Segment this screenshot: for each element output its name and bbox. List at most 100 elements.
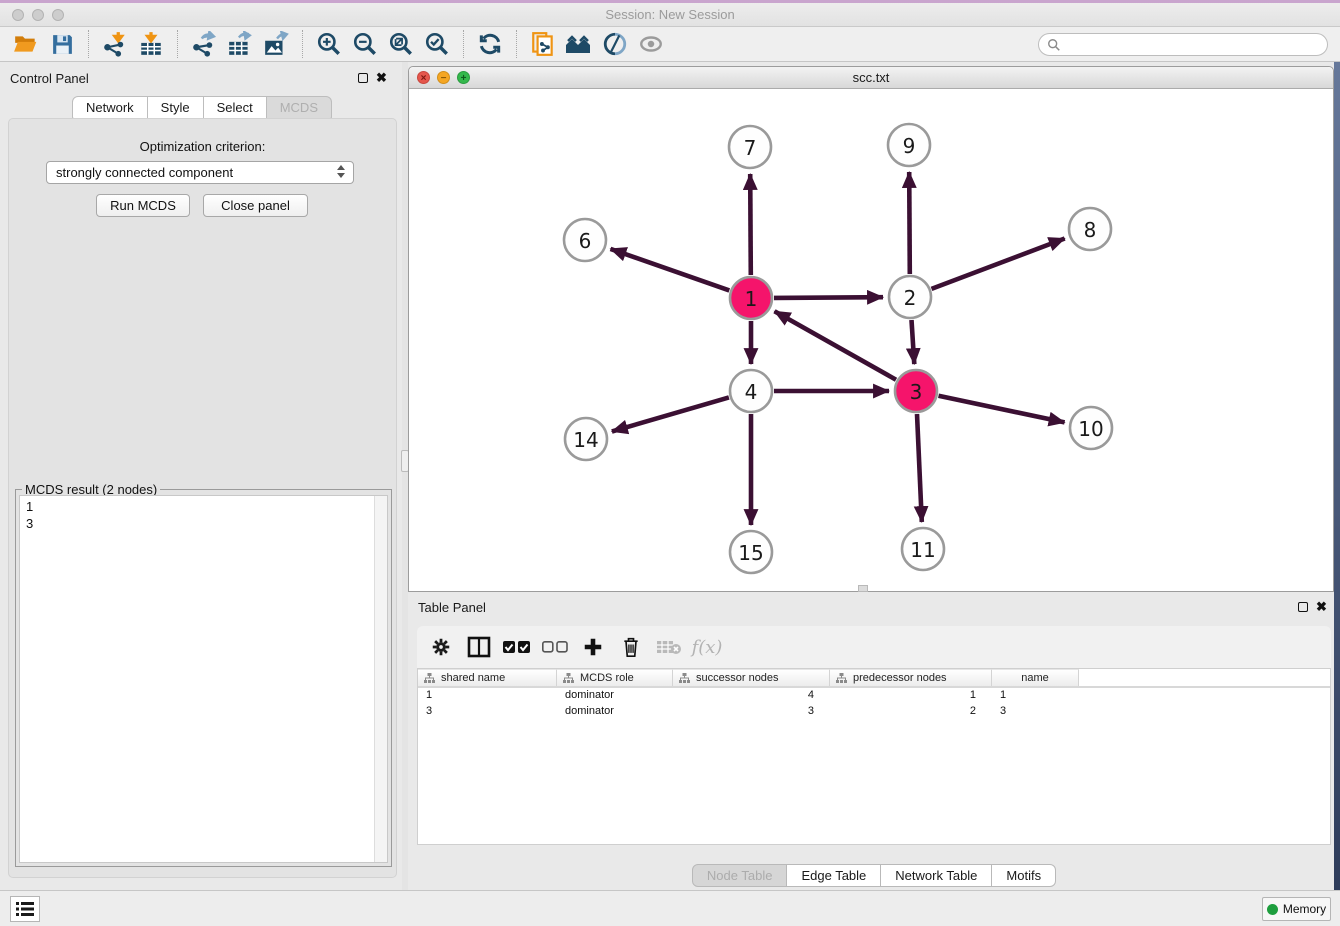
tab-node-table[interactable]: Node Table [692,864,788,887]
network-window-titlebar[interactable]: × − + scc.txt [409,67,1333,89]
zoom-selected-icon[interactable] [422,29,452,59]
column-header-predecessor-nodes[interactable]: predecessor nodes [830,669,992,686]
graph-edge[interactable] [917,414,922,522]
zoom-out-icon[interactable] [350,29,380,59]
settings-gear-icon[interactable] [427,633,455,661]
run-mcds-button[interactable]: Run MCDS [96,194,190,217]
network-graph[interactable]: 7 9 6 8 1 2 4 3 14 10 15 11 [409,89,1333,592]
deselect-all-icon[interactable] [541,633,569,661]
graph-node[interactable]: 2 [889,276,931,318]
export-table-icon[interactable] [225,29,255,59]
search-field[interactable] [1038,33,1328,56]
table-cell[interactable]: 3 [418,704,557,720]
minimize-frame-icon[interactable]: − [437,71,450,84]
clone-network-icon[interactable] [528,29,558,59]
function-builder-icon[interactable]: f(x) [693,633,721,661]
graph-node[interactable]: 9 [888,124,930,166]
table-cell[interactable]: 1 [418,688,557,704]
table-cell[interactable]: dominator [557,704,673,720]
export-network-icon[interactable] [189,29,219,59]
close-panel-icon[interactable]: ✖ [376,73,387,83]
task-history-button[interactable] [10,896,40,922]
table-cell[interactable]: 2 [830,704,992,720]
table-cell[interactable]: 3 [992,704,1079,720]
save-session-icon[interactable] [47,29,77,59]
graph-node[interactable]: 3 [895,370,937,412]
maximize-frame-icon[interactable]: + [457,71,470,84]
delete-table-icon[interactable] [655,633,683,661]
graph-node[interactable]: 6 [564,219,606,261]
column-header-successor-nodes[interactable]: successor nodes [673,669,830,686]
close-table-panel-icon[interactable]: ✖ [1316,602,1327,612]
graph-node[interactable]: 14 [565,418,607,460]
graph-node[interactable]: 7 [729,126,771,168]
tab-network-table[interactable]: Network Table [881,864,992,887]
tab-network[interactable]: Network [72,96,148,119]
svg-text:8: 8 [1084,218,1097,242]
add-column-icon[interactable] [579,633,607,661]
zoom-fit-icon[interactable] [386,29,416,59]
tab-select[interactable]: Select [204,96,267,119]
result-scrollbar[interactable] [374,496,387,862]
graph-edge[interactable] [912,320,915,364]
graph-edge[interactable] [612,397,729,431]
tab-mcds[interactable]: MCDS [267,96,332,119]
graph-edge[interactable] [909,172,910,274]
graph-node[interactable]: 8 [1069,208,1111,250]
first-neighbors-icon[interactable] [564,29,594,59]
tab-motifs[interactable]: Motifs [992,864,1056,887]
table-cell[interactable]: 4 [673,688,830,704]
canvas-resize-grip[interactable] [858,585,868,592]
mcds-result-text[interactable]: 1 3 [19,495,388,863]
table-cell[interactable]: dominator [557,688,673,704]
select-all-icon[interactable] [503,633,531,661]
graph-node[interactable]: 4 [730,370,772,412]
delete-column-icon[interactable] [617,633,645,661]
zoom-in-icon[interactable] [314,29,344,59]
network-canvas[interactable]: 7 9 6 8 1 2 4 3 14 10 15 11 [409,89,1333,592]
graph-edge[interactable] [611,249,730,291]
table-cell[interactable]: 1 [830,688,992,704]
import-network-icon[interactable] [100,29,130,59]
node-table[interactable]: shared nameMCDS rolesuccessor nodesprede… [417,668,1331,845]
column-header-name[interactable]: name [992,669,1079,686]
apply-layout-icon[interactable] [475,29,505,59]
criterion-select[interactable]: strongly connected component [46,161,354,184]
column-layout-icon[interactable] [465,633,493,661]
window-controls[interactable] [12,9,64,21]
graph-edge[interactable] [932,239,1065,289]
export-image-icon[interactable] [261,29,291,59]
close-frame-icon[interactable]: × [417,71,430,84]
close-panel-button[interactable]: Close panel [203,194,308,217]
graph-node[interactable]: 11 [902,528,944,570]
graph-edge[interactable] [750,174,751,275]
float-panel-icon[interactable] [358,73,368,83]
table-cell[interactable]: 1 [992,688,1079,704]
toolbar-separator [516,30,517,58]
minimize-window-icon[interactable] [32,9,44,21]
table-cell[interactable]: 3 [673,704,830,720]
graph-edge[interactable] [775,311,897,379]
open-session-icon[interactable] [11,29,41,59]
column-header-shared-name[interactable]: shared name [418,669,557,686]
search-input[interactable] [1061,38,1311,52]
table-row[interactable]: 1dominator411 [418,688,1330,704]
network-title: scc.txt [409,67,1333,89]
tab-style[interactable]: Style [148,96,204,119]
maximize-window-icon[interactable] [52,9,64,21]
import-table-icon[interactable] [136,29,166,59]
tab-edge-table[interactable]: Edge Table [787,864,881,887]
table-header: shared nameMCDS rolesuccessor nodesprede… [418,669,1330,688]
hide-selected-icon[interactable] [636,29,666,59]
column-header-MCDS-role[interactable]: MCDS role [557,669,673,686]
graph-node[interactable]: 10 [1070,407,1112,449]
table-row[interactable]: 3dominator323 [418,704,1330,720]
float-table-panel-icon[interactable] [1298,602,1308,612]
annotation-icon[interactable] [600,29,630,59]
memory-button[interactable]: Memory [1262,897,1331,921]
graph-edge[interactable] [939,396,1065,423]
graph-node[interactable]: 15 [730,531,772,573]
graph-node[interactable]: 1 [730,277,772,319]
close-window-icon[interactable] [12,9,24,21]
graph-edge[interactable] [774,297,883,298]
